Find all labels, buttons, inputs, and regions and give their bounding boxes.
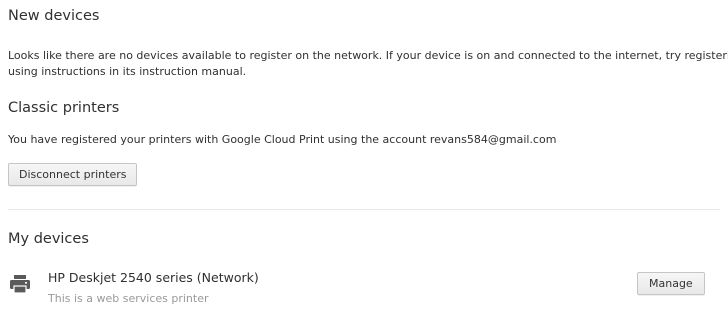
device-name: HP Deskjet 2540 series (Network) xyxy=(48,270,259,285)
new-devices-title: New devices xyxy=(8,8,100,24)
section-divider xyxy=(8,209,720,210)
devices-page: New devices Looks like there are no devi… xyxy=(0,0,728,320)
classic-printers-message: You have registered your printers with G… xyxy=(8,133,557,146)
device-list-item: HP Deskjet 2540 series (Network) This is… xyxy=(8,266,720,310)
new-devices-message-line2: using instructions in its instruction ma… xyxy=(8,65,247,78)
printer-icon xyxy=(8,272,32,296)
device-description: This is a web services printer xyxy=(48,292,209,305)
my-devices-title: My devices xyxy=(8,231,89,247)
classic-printers-title: Classic printers xyxy=(8,100,120,116)
new-devices-message-line1: Looks like there are no devices availabl… xyxy=(8,49,728,62)
disconnect-printers-button[interactable]: Disconnect printers xyxy=(8,163,138,186)
manage-button[interactable]: Manage xyxy=(637,272,705,295)
